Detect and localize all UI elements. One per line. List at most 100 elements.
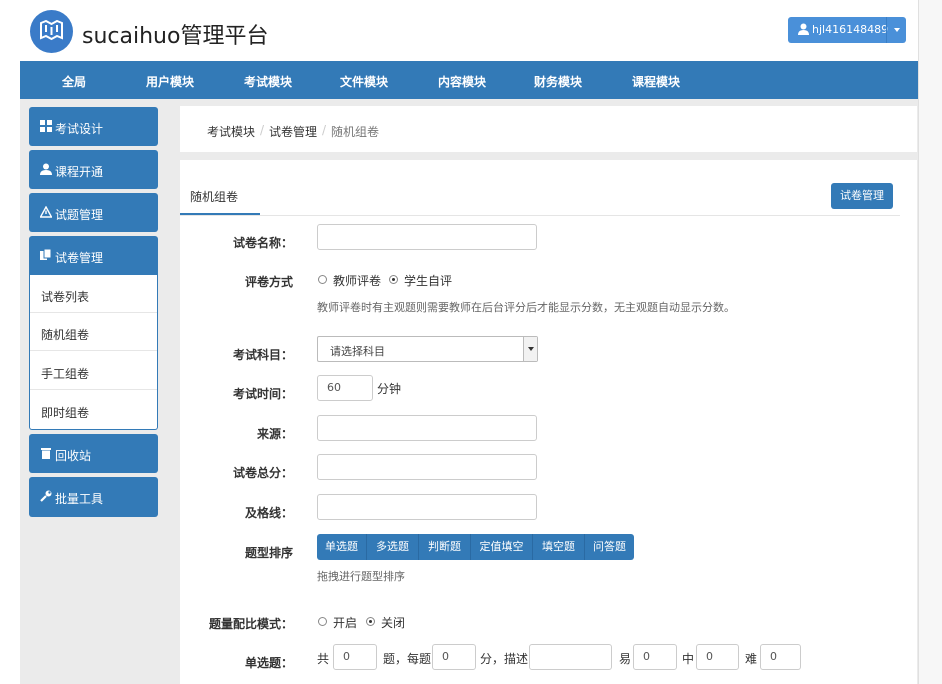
brand-title: sucaihuo管理平台 (82, 24, 269, 49)
hard-label: 难 (745, 652, 758, 666)
total-score-label: 试卷总分： (232, 466, 293, 480)
radio-self-grading[interactable] (389, 275, 398, 284)
user-icon (40, 163, 52, 175)
single-score-input[interactable]: 0 (432, 644, 476, 670)
sidebar-subnav: 试卷列表 随机组卷 手工组卷 即时组卷 (29, 275, 158, 430)
nav-file-module[interactable]: 文件模块 (340, 73, 388, 90)
pass-line-label: 及格线： (244, 506, 293, 520)
sidebar-item-exam-design[interactable]: 考试设计 (29, 107, 158, 146)
qtype-fixed-fill[interactable]: 定值填空 (471, 534, 533, 560)
sidebar-item-label: 批量工具 (55, 492, 104, 506)
qorder-label: 题型排序 (244, 546, 293, 560)
user-menu-button[interactable]: hjl416148489 (788, 17, 906, 43)
paper-name-input[interactable] (317, 224, 537, 250)
select-arrow (523, 337, 537, 361)
qorder-hint: 拖拽进行题型排序 (317, 570, 405, 583)
chevron-down-icon (528, 347, 534, 351)
sidebar-item-label: 试题管理 (55, 208, 104, 222)
sidebar-item-label: 试卷管理 (55, 251, 104, 265)
ratio-mode-label: 题量配比模式： (208, 617, 293, 631)
easy-label: 易 (619, 652, 632, 666)
radio-ratio-on-label[interactable]: 开启 (333, 614, 357, 631)
trash-icon (41, 448, 51, 459)
logo[interactable] (30, 10, 73, 53)
user-icon (798, 23, 809, 35)
single-total-prefix: 共 (317, 652, 330, 666)
copy-icon (40, 249, 52, 260)
subitem-label: 即时组卷 (41, 406, 90, 420)
qtype-order-group: 单选题 多选题 判断题 定值填空 填空题 问答题 (317, 534, 634, 560)
warning-triangle-icon (40, 206, 52, 218)
source-input[interactable] (317, 415, 537, 441)
single-mid-text: 题，每题 (383, 652, 432, 666)
sidebar-item-course-open[interactable]: 课程开通 (29, 150, 158, 189)
nav-course-module[interactable]: 课程模块 (632, 73, 680, 90)
easy-input[interactable]: 0 (633, 644, 677, 670)
breadcrumb-current: 随机组卷 (331, 125, 380, 139)
single-count-input[interactable]: 0 (333, 644, 377, 670)
sidebar-subitem-paper-list[interactable]: 试卷列表 (30, 275, 157, 313)
nav-exam-module[interactable]: 考试模块 (244, 73, 292, 90)
page-scrollbar[interactable] (918, 0, 942, 684)
qtype-judge[interactable]: 判断题 (419, 534, 471, 560)
breadcrumb: 考试模块 / 试卷管理 / 随机组卷 (180, 106, 917, 152)
sidebar-subitem-instant-paper[interactable]: 即时组卷 (30, 391, 157, 429)
nav-finance-module[interactable]: 财务模块 (534, 73, 582, 90)
breadcrumb-separator: / (260, 123, 265, 137)
qtype-fill[interactable]: 填空题 (533, 534, 585, 560)
breadcrumb-separator: / (322, 123, 327, 137)
mid-label: 中 (682, 652, 695, 666)
time-unit: 分钟 (377, 382, 402, 396)
grading-label: 评卷方式 (244, 275, 293, 289)
time-label: 考试时间： (232, 387, 293, 401)
nav-content-module[interactable]: 内容模块 (438, 73, 486, 90)
radio-ratio-off-label[interactable]: 关闭 (381, 614, 405, 631)
tab-divider (180, 215, 900, 216)
username: hjl416148489 (812, 23, 889, 36)
radio-ratio-on[interactable] (318, 617, 327, 626)
subject-select-value: 请选择科目 (330, 345, 385, 358)
subitem-label: 试卷列表 (41, 290, 90, 304)
source-label: 来源： (256, 427, 293, 441)
radio-ratio-off[interactable] (366, 617, 375, 626)
grid-icon (40, 120, 52, 132)
radio-self-grading-label[interactable]: 学生自评 (404, 272, 452, 289)
nav-global[interactable]: 全局 (62, 73, 86, 90)
nav-user-module[interactable]: 用户模块 (146, 73, 194, 90)
hard-input[interactable]: 0 (760, 644, 801, 670)
time-input[interactable]: 60 (317, 375, 373, 401)
subject-select[interactable]: 请选择科目 (317, 336, 538, 362)
sidebar-item-batch-tools[interactable]: 批量工具 (29, 477, 158, 517)
qtype-multiple[interactable]: 多选题 (367, 534, 419, 560)
user-menu-caret[interactable] (886, 17, 906, 43)
qtype-single[interactable]: 单选题 (317, 534, 367, 560)
breadcrumb-exam-module[interactable]: 考试模块 (207, 123, 255, 140)
sidebar-item-label: 课程开通 (55, 165, 104, 179)
sidebar-item-label: 考试设计 (55, 122, 104, 136)
sidebar-subitem-random-paper[interactable]: 随机组卷 (30, 313, 157, 351)
app-header: sucaihuo管理平台 hjl416148489 (0, 0, 942, 61)
subitem-label: 手工组卷 (41, 367, 90, 381)
radio-teacher-grading[interactable] (318, 275, 327, 284)
total-score-input[interactable] (317, 454, 537, 480)
breadcrumb-paper-mgmt[interactable]: 试卷管理 (269, 123, 317, 140)
single-desc-input[interactable] (529, 644, 612, 670)
radio-teacher-grading-label[interactable]: 教师评卷 (333, 272, 381, 289)
single-desc-text: 分，描述 (480, 652, 529, 666)
subject-label: 考试科目： (232, 348, 293, 362)
sidebar-item-question-mgmt[interactable]: 试题管理 (29, 193, 158, 232)
qtype-essay[interactable]: 问答题 (585, 534, 634, 560)
grading-hint: 教师评卷时有主观题则需要教师在后台评分后才能显示分数，无主观题自动显示分数。 (317, 301, 735, 314)
wrench-icon (40, 490, 52, 502)
sidebar-item-label: 回收站 (55, 449, 92, 463)
paper-mgmt-button[interactable]: 试卷管理 (831, 183, 893, 209)
sidebar-item-recycle[interactable]: 回收站 (29, 434, 158, 473)
paper-name-label: 试卷名称： (232, 236, 293, 250)
sidebar-item-paper-mgmt[interactable]: 试卷管理 (29, 236, 158, 276)
top-nav: 全局 用户模块 考试模块 文件模块 内容模块 财务模块 课程模块 (20, 61, 918, 99)
tab-random-paper[interactable]: 随机组卷 (190, 188, 238, 205)
sidebar-subitem-manual-paper[interactable]: 手工组卷 (30, 352, 157, 390)
subitem-label: 随机组卷 (41, 328, 90, 342)
pass-line-input[interactable] (317, 494, 537, 520)
mid-input[interactable]: 0 (696, 644, 739, 670)
